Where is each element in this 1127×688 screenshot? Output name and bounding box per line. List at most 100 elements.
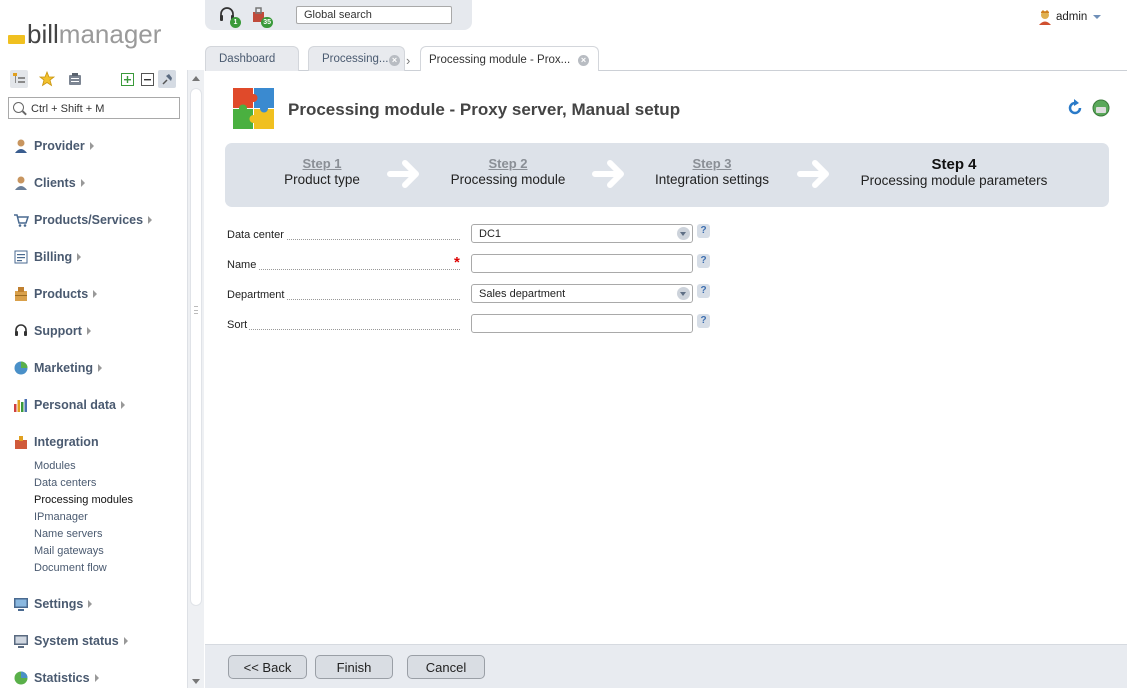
step-1[interactable]: Step 1 Product type <box>262 156 382 187</box>
sidebar-item-marketing[interactable]: Marketing <box>12 359 103 377</box>
step-4-current: Step 4 Processing module parameters <box>845 156 1063 188</box>
products-box-icon <box>12 286 30 302</box>
collapse-all-icon[interactable] <box>138 70 156 88</box>
statistics-pie-icon <box>12 670 30 686</box>
sidebar-toolbar <box>10 70 180 90</box>
logo[interactable]: bill manager <box>8 19 161 50</box>
scrollbar-thumb[interactable] <box>190 88 202 606</box>
step-label: Processing module <box>450 172 566 187</box>
sidebar-subitem-mail-gateways[interactable]: Mail gateways <box>34 545 104 557</box>
sidebar-item-system-status[interactable]: System status <box>12 632 128 650</box>
sidebar-subitem-ipmanager[interactable]: IPmanager <box>34 511 88 523</box>
scroll-up-icon[interactable] <box>192 76 200 81</box>
close-icon[interactable]: × <box>578 55 589 66</box>
support-count-badge: 1 <box>230 17 241 28</box>
close-icon[interactable]: × <box>389 55 400 66</box>
name-input[interactable] <box>472 255 692 272</box>
tab-processing[interactable]: Processing... × <box>308 46 405 71</box>
tree-view-icon[interactable] <box>10 70 28 88</box>
chevron-right-icon <box>93 290 98 298</box>
sidebar-search-input[interactable] <box>31 101 176 116</box>
sidebar-search[interactable] <box>8 97 180 119</box>
sidebar-subitem-document-flow[interactable]: Document flow <box>34 562 107 574</box>
sidebar-item-label: Integration <box>34 435 99 449</box>
sidebar-item-support[interactable]: Support <box>12 322 91 340</box>
step-number: Step 4 <box>931 156 977 173</box>
name-field[interactable] <box>471 254 693 273</box>
leader-dots <box>227 269 460 270</box>
sidebar-item-label: Products/Services <box>34 213 144 227</box>
arrow-right-icon <box>592 160 624 188</box>
orders-bag-icon[interactable]: 35 <box>249 6 273 28</box>
chevron-right-icon <box>98 364 103 372</box>
chevron-right-icon <box>123 637 128 645</box>
sidebar-item-label: Personal data <box>34 398 116 412</box>
global-search[interactable] <box>296 6 452 24</box>
chevron-right-icon <box>80 179 85 187</box>
sidebar-item-products[interactable]: Products <box>12 285 98 303</box>
form-row-department: Department Sales department ? <box>227 283 727 305</box>
step-number[interactable]: Step 1 <box>262 156 382 171</box>
step-number[interactable]: Step 3 <box>642 156 782 171</box>
tab-dashboard[interactable]: Dashboard <box>205 46 299 71</box>
page-title: Processing module - Proxy server, Manual… <box>288 100 681 119</box>
expand-all-icon[interactable] <box>118 70 136 88</box>
sidebar-subitem-name-servers[interactable]: Name servers <box>34 528 102 540</box>
billing-icon <box>12 249 30 265</box>
sidebar-scrollbar[interactable] <box>187 70 204 688</box>
sidebar-subitem-modules[interactable]: Modules <box>34 460 76 472</box>
help-icon[interactable]: ? <box>697 314 710 328</box>
help-icon[interactable]: ? <box>697 254 710 268</box>
sidebar-item-clients[interactable]: Clients <box>12 174 85 192</box>
search-icon <box>13 102 24 113</box>
user-name: admin <box>1056 11 1088 23</box>
department-select[interactable]: Sales department <box>471 284 693 303</box>
step-number[interactable]: Step 2 <box>438 156 578 171</box>
help-globe-icon[interactable] <box>1092 99 1110 117</box>
sidebar-item-settings[interactable]: Settings <box>12 595 93 613</box>
refresh-icon[interactable] <box>1066 99 1084 117</box>
data-center-select[interactable]: DC1 <box>471 224 693 243</box>
back-button[interactable]: << Back <box>228 655 307 679</box>
sidebar-item-label: Clients <box>34 176 76 190</box>
pin-icon[interactable] <box>158 70 176 88</box>
headset-icon <box>12 323 30 339</box>
user-avatar-icon <box>1039 10 1051 25</box>
tab-processing-module-proxy[interactable]: Processing module - Prox... × <box>420 46 599 72</box>
help-icon[interactable]: ? <box>697 224 710 238</box>
sort-field[interactable] <box>471 314 693 333</box>
chevron-down-icon <box>1093 15 1102 19</box>
global-search-input[interactable] <box>297 7 451 23</box>
sidebar-subitem-processing-modules[interactable]: Processing modules <box>34 494 133 506</box>
chevron-down-icon[interactable] <box>677 287 690 300</box>
step-label: Integration settings <box>654 172 770 187</box>
sidebar-item-label: Statistics <box>34 671 90 685</box>
finish-button[interactable]: Finish <box>315 655 393 679</box>
support-headset-icon[interactable]: 1 <box>217 6 241 28</box>
arrow-right-icon <box>797 160 829 188</box>
sidebar-item-label: System status <box>34 634 119 648</box>
clipboard-icon[interactable] <box>66 70 84 88</box>
sidebar-item-billing[interactable]: Billing <box>12 248 82 266</box>
sidebar-item-products-services[interactable]: Products/Services <box>12 211 153 229</box>
sidebar-subitem-data-centers[interactable]: Data centers <box>34 477 96 489</box>
help-icon[interactable]: ? <box>697 284 710 298</box>
sidebar-item-integration[interactable]: Integration <box>12 433 99 451</box>
form-row-sort: Sort ? <box>227 313 727 335</box>
data-center-label: Data center <box>227 229 286 241</box>
sidebar-item-personal-data[interactable]: Personal data <box>12 396 125 414</box>
sidebar-item-statistics[interactable]: Statistics <box>12 669 99 687</box>
chevron-right-icon <box>148 216 153 224</box>
sort-input[interactable] <box>472 315 692 332</box>
step-3[interactable]: Step 3 Integration settings <box>642 156 782 187</box>
chevron-right-icon <box>86 327 91 335</box>
cancel-button[interactable]: Cancel <box>407 655 485 679</box>
scroll-down-icon[interactable] <box>192 679 200 684</box>
sidebar-item-provider[interactable]: Provider <box>12 137 94 155</box>
sidebar-item-label: Provider <box>34 139 85 153</box>
favorites-star-icon[interactable] <box>38 70 56 88</box>
user-menu[interactable]: admin <box>1038 8 1102 26</box>
resize-grip-icon[interactable] <box>194 306 198 314</box>
chevron-down-icon[interactable] <box>677 227 690 240</box>
step-2[interactable]: Step 2 Processing module <box>438 156 578 187</box>
